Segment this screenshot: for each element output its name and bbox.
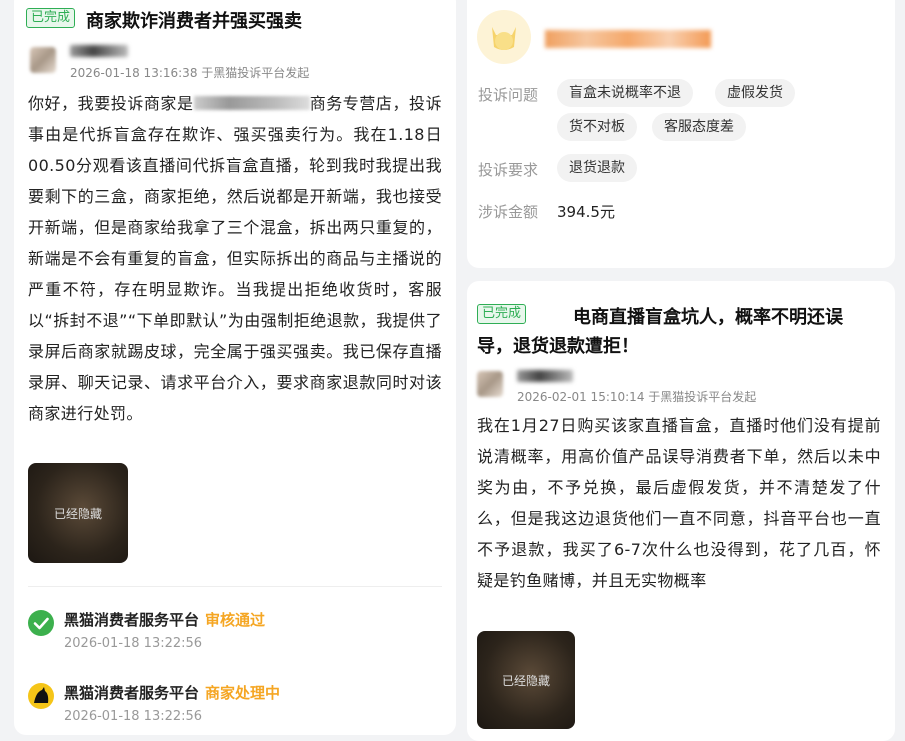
- username-redacted: [70, 45, 128, 57]
- hidden-image-label: 已经隐藏: [53, 506, 102, 521]
- post-meta: 2026-01-18 13:16:38 于黑猫投诉平台发起: [70, 66, 310, 80]
- timeline-status: 审核通过: [205, 611, 266, 629]
- request-label: 投诉要求: [478, 161, 539, 179]
- issue-tag: 货不对板: [557, 113, 637, 141]
- merchant-avatar[interactable]: [477, 10, 531, 64]
- username-redacted: [517, 370, 573, 382]
- complaint-title[interactable]: 电商直播盲盒坑人，概率不明还误导，退货退款遭拒！: [477, 303, 877, 361]
- avatar[interactable]: [477, 371, 503, 397]
- timeline-org: 黑猫消费者服务平台: [64, 684, 200, 702]
- body-text-post: 商务专营店，投诉事由是代拆盲盒存在欺诈、强买强卖行为。我在1.18日00.50分…: [28, 94, 442, 423]
- hidden-image-label: 已经隐藏: [501, 673, 550, 688]
- timeline-time: 2026-01-18 13:22:56: [64, 709, 203, 724]
- amount-label: 涉诉金额: [478, 203, 539, 221]
- divider: [28, 586, 442, 587]
- post-meta: 2026-02-01 15:10:14 于黑猫投诉平台发起: [517, 390, 757, 404]
- timeline-time: 2026-01-18 13:22:56: [64, 636, 203, 651]
- timeline-entry-2: 黑猫消费者服务平台 商家处理中: [64, 682, 280, 703]
- complaint-card-left[interactable]: 已完成 商家欺诈消费者并强买强卖 2026-01-18 13:16:38 于黑猫…: [14, 0, 456, 735]
- status-badge: 已完成: [26, 8, 76, 28]
- issue-tag: 虚假发货: [715, 79, 795, 107]
- complaint-detail-card: 投诉问题 盲盒未说概率不退 虚假发货 货不对板 客服态度差 投诉要求 退货退款 …: [467, 0, 895, 268]
- timeline-status: 商家处理中: [205, 684, 281, 702]
- issue-label: 投诉问题: [478, 86, 539, 104]
- black-cat-icon: [28, 683, 54, 709]
- timeline-entry-1: 黑猫消费者服务平台 审核通过: [64, 609, 265, 630]
- merchant-name-redacted: [545, 30, 711, 48]
- timeline-org: 黑猫消费者服务平台: [64, 611, 200, 629]
- complaint-card-right[interactable]: 已完成 电商直播盲盒坑人，概率不明还误导，退货退款遭拒！ 2026-02-01 …: [467, 281, 895, 741]
- issue-tag: 盲盒未说概率不退: [557, 79, 693, 107]
- merchant-name-redacted: [193, 96, 310, 110]
- complaint-title[interactable]: 商家欺诈消费者并强买强卖: [86, 7, 302, 33]
- complaint-body: 你好，我要投诉商家是 商务专营店，投诉事由是代拆盲盒存在欺诈、强买强卖行为。我在1…: [28, 88, 442, 429]
- complaint-body: 我在1月27日购买该家直播盲盒，直播时他们没有提前说清概率，用高价值产品误导消费…: [477, 416, 881, 590]
- issue-tag: 客服态度差: [652, 113, 746, 141]
- body-text-pre: 你好，我要投诉商家是: [28, 94, 194, 113]
- hidden-image[interactable]: 已经隐藏: [477, 631, 575, 729]
- amount-value: 394.5元: [557, 203, 615, 221]
- avatar[interactable]: [30, 47, 56, 73]
- mascot-icon: [492, 27, 516, 50]
- hidden-image[interactable]: 已经隐藏: [28, 463, 128, 563]
- check-circle-icon: [28, 610, 54, 636]
- request-tag: 退货退款: [557, 154, 637, 182]
